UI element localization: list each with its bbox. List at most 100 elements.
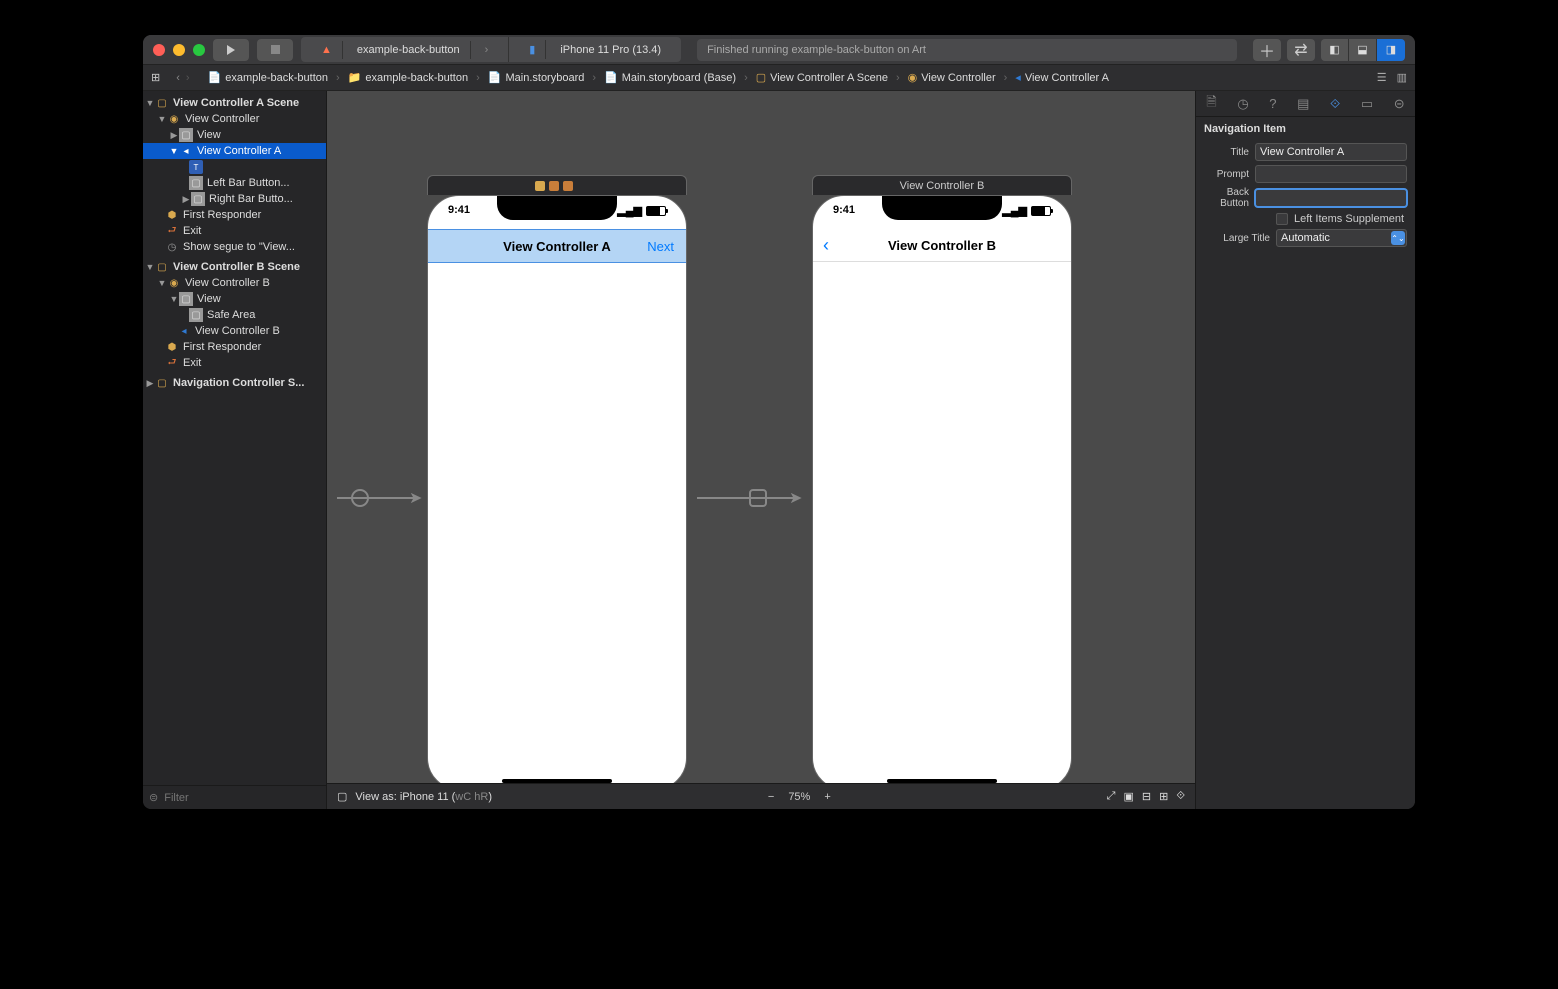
scheme-device-label: iPhone 11 Pro (13.4) [550, 41, 671, 59]
forward-nav-button[interactable]: › [186, 72, 190, 84]
breadcrumb-item[interactable]: ◉View Controller [908, 71, 996, 84]
navbar-b[interactable]: ‹ View Controller B [813, 230, 1071, 262]
prompt-input[interactable] [1255, 165, 1407, 183]
close-window-button[interactable] [153, 44, 165, 56]
tree-item[interactable]: ⬢First Responder [143, 207, 326, 223]
breadcrumb-item[interactable]: ◂View Controller A [1015, 71, 1109, 84]
scheme-project-label: example-back-button [347, 41, 471, 59]
scheme-selector[interactable]: ▲example-back-button› ▮iPhone 11 Pro (13… [301, 37, 681, 62]
tree-item[interactable]: ⮐Exit [143, 355, 326, 371]
scene-b-label[interactable]: View Controller B [812, 175, 1072, 195]
scene-b-phone[interactable]: View Controller B 9:41 ▂▄▆ ‹ [812, 175, 1072, 783]
constraints-icon[interactable]: ⤢ [1107, 790, 1116, 803]
signal-icon: ▂▄▆ [1002, 204, 1027, 217]
left-items-checkbox[interactable] [1276, 213, 1288, 225]
xcode-window: ▲example-back-button› ▮iPhone 11 Pro (13… [143, 35, 1415, 809]
tree-item[interactable]: ◷Show segue to "View... [143, 239, 326, 255]
view-as-label[interactable]: View as: iPhone 11 (wC hR) [355, 791, 492, 803]
home-indicator [887, 779, 997, 783]
zoom-window-button[interactable] [193, 44, 205, 56]
navbar-a[interactable]: View Controller A Next [428, 230, 686, 262]
next-button[interactable]: Next [647, 239, 674, 254]
inspector-panel: 🗎 ◷ ? ▤ ⟐ ▭ ⊝ Navigation Item Title Prom… [1195, 91, 1415, 809]
size-inspector-tab[interactable]: ▭ [1361, 96, 1373, 112]
battery-icon [646, 206, 666, 216]
minimize-window-button[interactable] [173, 44, 185, 56]
identity-inspector-tab[interactable]: ▤ [1297, 96, 1309, 112]
tree-item[interactable]: ▼◉View Controller B [143, 275, 326, 291]
battery-icon [1031, 206, 1051, 216]
title-input[interactable] [1255, 143, 1407, 161]
jump-bar: ⊞ ‹ › 📄example-back-button› 📁example-bac… [143, 65, 1415, 91]
panel-toggles: ◧ ⬓ ◨ [1321, 39, 1405, 61]
resolve-icon[interactable]: ⟐ [1176, 790, 1185, 803]
zoom-in-button[interactable]: + [824, 791, 830, 803]
run-button[interactable] [213, 39, 249, 61]
toggle-navigator-button[interactable]: ◧ [1321, 39, 1349, 61]
title-label: Title [1204, 147, 1249, 158]
breadcrumb-item[interactable]: 📁example-back-button [348, 71, 468, 84]
scene-a-phone[interactable]: 9:41 ▂▄▆ View Controller A Next [427, 175, 687, 783]
home-indicator [502, 779, 612, 783]
align-icon[interactable]: ⊟ [1142, 790, 1151, 803]
tree-item[interactable]: T [143, 159, 326, 175]
interface-builder-canvas: ➤ ➤ 9:41 ▂▄▆ [327, 91, 1195, 809]
file-inspector-tab[interactable]: 🗎 [1206, 93, 1216, 115]
toggle-inspector-button[interactable]: ◨ [1377, 39, 1405, 61]
large-title-label: Large Title [1204, 233, 1270, 244]
related-items-icon[interactable]: ⊞ [151, 71, 160, 84]
adjust-editor-icon[interactable]: ☰ [1377, 71, 1387, 84]
back-nav-button[interactable]: ‹ [176, 72, 180, 84]
tree-item[interactable]: ▢Safe Area [143, 307, 326, 323]
prompt-label: Prompt [1204, 169, 1249, 180]
document-outline: ▼▢View Controller A Scene ▼◉View Control… [143, 91, 327, 809]
zoom-out-button[interactable]: − [768, 791, 774, 803]
library-button[interactable]: ＋ [1253, 39, 1281, 61]
tree-item[interactable]: ▼▢View [143, 291, 326, 307]
chevron-updown-icon: ⌃⌄ [1391, 231, 1405, 245]
back-button-input[interactable] [1255, 189, 1407, 207]
breadcrumb-item[interactable]: ▢View Controller A Scene [756, 71, 888, 84]
traffic-lights [153, 44, 205, 56]
tree-item-selected[interactable]: ▼◂View Controller A [143, 143, 326, 159]
tree-item[interactable]: ⬢First Responder [143, 339, 326, 355]
scene-a-label[interactable] [427, 175, 687, 195]
back-button-label: Back Button [1204, 187, 1249, 209]
connections-inspector-tab[interactable]: ⊝ [1394, 96, 1405, 112]
tree-item[interactable]: ▼◉View Controller [143, 111, 326, 127]
breadcrumb-item[interactable]: 📄Main.storyboard [488, 71, 585, 84]
pin-icon[interactable]: ⊞ [1159, 790, 1168, 803]
embed-icon[interactable]: ▣ [1123, 790, 1133, 803]
add-editor-icon[interactable]: ▥ [1397, 71, 1407, 84]
history-inspector-tab[interactable]: ◷ [1237, 96, 1248, 112]
attributes-inspector-tab[interactable]: ⟐ [1330, 96, 1340, 112]
navbar-b-title: View Controller B [888, 238, 996, 253]
tree-nav-scene[interactable]: ▶▢Navigation Controller S... [143, 375, 326, 391]
stop-button[interactable] [257, 39, 293, 61]
canvas[interactable]: ➤ ➤ 9:41 ▂▄▆ [327, 91, 1195, 783]
inspector-tabs: 🗎 ◷ ? ▤ ⟐ ▭ ⊝ [1196, 91, 1415, 117]
filter-input[interactable] [164, 792, 320, 804]
canvas-bottom-bar: ▢ View as: iPhone 11 (wC hR) − 75% + ⤢ ▣… [327, 783, 1195, 809]
large-title-select[interactable]: Automatic ⌃⌄ [1276, 229, 1407, 247]
help-inspector-tab[interactable]: ? [1269, 96, 1276, 111]
code-review-button[interactable]: ⇄ [1287, 39, 1315, 61]
inspector-section-header: Navigation Item [1196, 117, 1415, 141]
breadcrumb-item[interactable]: 📄example-back-button [208, 71, 328, 84]
device-config-icon[interactable]: ▢ [337, 790, 347, 803]
tree-scene-a[interactable]: ▼▢View Controller A Scene [143, 95, 326, 111]
tree-item[interactable]: ▶▢View [143, 127, 326, 143]
breadcrumb-item[interactable]: 📄Main.storyboard (Base) [604, 71, 736, 84]
status-bar: 9:41 ▂▄▆ [813, 204, 1071, 217]
tree-scene-b[interactable]: ▼▢View Controller B Scene [143, 259, 326, 275]
tree-item[interactable]: ⮐Exit [143, 223, 326, 239]
zoom-level[interactable]: 75% [788, 791, 810, 803]
tree-item[interactable]: ◂View Controller B [143, 323, 326, 339]
tree-item[interactable]: ▢Left Bar Button... [143, 175, 326, 191]
tree-item[interactable]: ▶▢Right Bar Butto... [143, 191, 326, 207]
toggle-debug-button[interactable]: ⬓ [1349, 39, 1377, 61]
outline-filter: ⊜ [143, 785, 326, 809]
back-chevron-icon[interactable]: ‹ [823, 235, 829, 256]
status-bar: 9:41 ▂▄▆ [428, 204, 686, 217]
activity-viewer: Finished running example-back-button on … [697, 39, 1237, 61]
